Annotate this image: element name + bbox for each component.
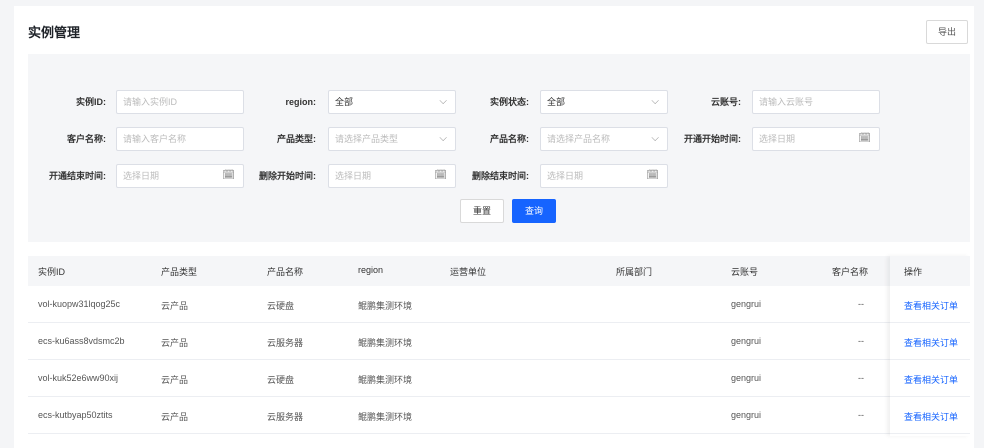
open-start-date-picker[interactable]: 选择日期 🗓 — [752, 127, 880, 151]
cell-customer-name: -- — [858, 336, 864, 346]
cloud-account-label: 云账号: — [711, 97, 741, 107]
region-label: region: — [285, 97, 317, 107]
cell-region: 鲲鹏集测环境 — [358, 301, 413, 311]
cell-customer-name: -- — [858, 410, 864, 420]
product-type-label: 产品类型: — [277, 134, 316, 144]
cell-product-name: 云服务器 — [267, 338, 304, 348]
cell-customer-name: -- — [858, 373, 864, 383]
delete-start-label: 删除开始时间: — [259, 171, 316, 181]
page-title: 实例管理 — [28, 25, 81, 40]
open-end-date-picker[interactable]: 选择日期 🗓 — [116, 164, 244, 188]
cell-cloud-account: gengrui — [731, 410, 762, 420]
cell-cloud-account: gengrui — [731, 299, 762, 309]
open-start-placeholder: 选择日期 — [759, 134, 796, 144]
cell-customer-name: -- — [858, 299, 864, 309]
calendar-icon: 🗓 — [434, 170, 447, 181]
column-header-department: 所属部门 — [616, 267, 653, 277]
export-button[interactable]: 导出 — [926, 20, 968, 44]
reset-button[interactable]: 重置 — [460, 199, 504, 223]
chevron-down-icon: ⌵ — [439, 96, 447, 107]
delete-start-date-picker[interactable]: 选择日期 🗓 — [328, 164, 456, 188]
cell-region: 鲲鹏集测环境 — [358, 338, 413, 348]
delete-end-label: 删除结束时间: — [472, 171, 529, 181]
column-header-cloud-account: 云账号 — [731, 267, 759, 277]
open-end-placeholder: 选择日期 — [123, 171, 160, 181]
product-name-placeholder: 请选择产品名称 — [547, 134, 611, 144]
instance-status-label: 实例状态: — [490, 97, 529, 107]
calendar-icon: 🗓 — [222, 170, 235, 181]
product-type-placeholder: 请选择产品类型 — [335, 134, 399, 144]
column-header-product-name: 产品名称 — [267, 267, 304, 277]
delete-start-placeholder: 选择日期 — [335, 171, 372, 181]
customer-name-label: 客户名称: — [67, 134, 106, 144]
cell-region: 鲲鹏集测环境 — [358, 412, 413, 422]
open-end-label: 开通结束时间: — [49, 171, 106, 181]
calendar-icon: 🗓 — [858, 133, 871, 144]
column-header-instance-id: 实例ID — [38, 267, 66, 277]
cell-cloud-account: gengrui — [731, 373, 762, 383]
table-row: ecs-kutbyap50ztits 云产品 云服务器 鲲鹏集测环境 gengr… — [28, 397, 970, 434]
instance-status-value: 全部 — [547, 97, 566, 107]
column-header-operating-unit: 运营单位 — [450, 267, 487, 277]
view-orders-link[interactable]: 查看相关订单 — [904, 410, 958, 423]
cell-product-type: 云产品 — [161, 301, 189, 311]
delete-end-date-picker[interactable]: 选择日期 🗓 — [540, 164, 668, 188]
cloud-account-input[interactable]: 请输入云账号 — [752, 90, 880, 114]
cell-product-name: 云硬盘 — [267, 375, 295, 385]
cell-instance-id: ecs-kutbyap50ztits — [38, 410, 113, 420]
table-row: vol-kuopw31lqog25c 云产品 云硬盘 鲲鹏集测环境 gengru… — [28, 286, 970, 323]
main-card: 实例管理 导出 实例ID: 请输入实例ID region: 全部 ⌵ 实例状态:… — [14, 6, 974, 448]
cell-product-type: 云产品 — [161, 338, 189, 348]
chevron-down-icon: ⌵ — [651, 133, 659, 144]
delete-end-placeholder: 选择日期 — [547, 171, 584, 181]
cell-product-type: 云产品 — [161, 412, 189, 422]
chevron-down-icon: ⌵ — [651, 96, 659, 107]
product-name-select[interactable]: 请选择产品名称 ⌵ — [540, 127, 668, 151]
instance-id-label: 实例ID: — [76, 97, 106, 107]
cell-region: 鲲鹏集测环境 — [358, 375, 413, 385]
instance-status-select[interactable]: 全部 ⌵ — [540, 90, 668, 114]
cell-product-name: 云服务器 — [267, 412, 304, 422]
table-row: ecs-ku6ass8vdsmc2b 云产品 云服务器 鲲鹏集测环境 gengr… — [28, 323, 970, 360]
calendar-icon: 🗓 — [646, 170, 659, 181]
query-button[interactable]: 查询 — [512, 199, 556, 223]
view-orders-link[interactable]: 查看相关订单 — [904, 336, 958, 349]
column-header-customer-name: 客户名称 — [832, 267, 869, 277]
column-header-actions: 操作 — [904, 267, 923, 277]
column-header-region: region — [358, 265, 384, 275]
cell-product-name: 云硬盘 — [267, 301, 295, 311]
open-start-label: 开通开始时间: — [684, 134, 741, 144]
instance-id-input[interactable]: 请输入实例ID — [116, 90, 244, 114]
column-header-product-type: 产品类型 — [161, 267, 198, 277]
region-select[interactable]: 全部 ⌵ — [328, 90, 456, 114]
cell-instance-id: ecs-ku6ass8vdsmc2b — [38, 336, 125, 346]
product-name-label: 产品名称: — [490, 134, 529, 144]
view-orders-link[interactable]: 查看相关订单 — [904, 373, 958, 386]
table-header: 实例ID 产品类型 产品名称 region 运营单位 所属部门 云账号 客户名称… — [28, 256, 970, 286]
view-orders-link[interactable]: 查看相关订单 — [904, 299, 958, 312]
cell-instance-id: vol-kuopw31lqog25c — [38, 299, 121, 309]
cell-instance-id: vol-kuk52e6ww90xij — [38, 373, 119, 383]
filter-panel: 实例ID: 请输入实例ID region: 全部 ⌵ 实例状态: 全部 ⌵ 云账… — [28, 54, 970, 242]
table-row: vol-kuk52e6ww90xij 云产品 云硬盘 鲲鹏集测环境 gengru… — [28, 360, 970, 397]
region-value: 全部 — [335, 97, 354, 107]
cell-cloud-account: gengrui — [731, 336, 762, 346]
customer-name-input[interactable]: 请输入客户名称 — [116, 127, 244, 151]
chevron-down-icon: ⌵ — [439, 133, 447, 144]
product-type-select[interactable]: 请选择产品类型 ⌵ — [328, 127, 456, 151]
cell-product-type: 云产品 — [161, 375, 189, 385]
